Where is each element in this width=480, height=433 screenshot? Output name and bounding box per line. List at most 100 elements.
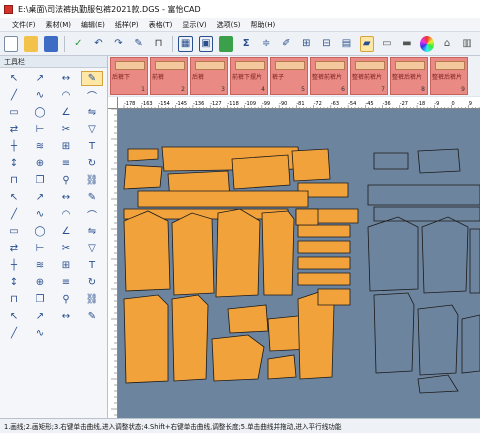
shape-j-icon[interactable]: ◯ (29, 224, 51, 239)
wand-icon[interactable]: ✓ (71, 36, 85, 52)
pattern-piece[interactable] (127, 148, 159, 162)
piece-thumbnail[interactable]: 整裤前裤片 6 (310, 57, 348, 95)
shape-b-icon[interactable]: ↗ (29, 190, 51, 205)
piece-thumbnail[interactable]: 后裤下 1 (110, 57, 148, 95)
shape-s-icon[interactable]: ⊞ (55, 258, 77, 273)
rotate-icon[interactable]: ↻ (81, 156, 103, 171)
knit-icon[interactable]: ▭ (380, 36, 394, 52)
shape-r-icon[interactable]: ≋ (29, 258, 51, 273)
pattern-piece[interactable] (215, 208, 261, 298)
save-icon[interactable] (44, 35, 59, 52)
drawing-canvas[interactable] (118, 109, 480, 418)
menu-edit[interactable]: 编辑(E) (81, 20, 105, 30)
table-icon[interactable]: ⊞ (299, 36, 313, 52)
ruler-icon[interactable]: ⊓ (152, 36, 166, 52)
menu-table[interactable]: 表格(T) (149, 20, 173, 30)
shape-f-icon[interactable]: ∿ (29, 207, 51, 222)
pencil-icon[interactable]: ✎ (131, 36, 145, 52)
shape-z-icon[interactable]: ❐ (29, 292, 51, 307)
pattern-piece[interactable] (295, 208, 319, 226)
tool-d-icon[interactable]: ↗ (29, 309, 51, 324)
shape-c-icon[interactable]: ↔ (55, 190, 77, 205)
piece-thumbnail[interactable]: 整裤后裤片 8 (390, 57, 428, 95)
pattern-piece[interactable] (211, 334, 265, 382)
pattern-piece[interactable] (261, 210, 295, 296)
shape-w-icon[interactable]: ≡ (55, 275, 77, 290)
copy-icon[interactable]: ❐ (29, 173, 51, 188)
color-wheel-icon[interactable] (419, 35, 434, 52)
menu-options[interactable]: 选项(S) (217, 20, 241, 30)
new-file-icon[interactable] (4, 35, 19, 52)
piece-thumbnail[interactable]: 前裤下摆片 4 (230, 57, 268, 95)
piece-thumbnail[interactable]: 前裤 2 (150, 57, 188, 95)
shape-q-icon[interactable]: ┼ (3, 258, 25, 273)
pattern-piece[interactable] (297, 256, 351, 270)
pattern-piece[interactable] (171, 212, 215, 296)
shape-y-icon[interactable]: ⊓ (3, 292, 25, 307)
measure-icon[interactable]: ≑ (259, 36, 273, 52)
grid-icon[interactable]: ▦ (178, 35, 193, 52)
print-icon[interactable]: ▬ (400, 36, 414, 52)
measure-icon[interactable]: ⊢ (29, 122, 51, 137)
shape-o-icon[interactable]: ✂ (55, 241, 77, 256)
text-icon[interactable]: T (81, 139, 103, 154)
pattern-piece[interactable] (291, 148, 331, 182)
menu-help[interactable]: 帮助(H) (251, 20, 276, 30)
brush-icon[interactable]: ✐ (279, 36, 293, 52)
adjust-icon[interactable]: ↗ (29, 71, 51, 86)
undo-icon[interactable]: ↶ (91, 36, 105, 52)
symmetry-icon[interactable]: ⇋ (81, 105, 103, 120)
menu-material[interactable]: 素材(M) (46, 20, 72, 30)
shape-e-icon[interactable]: ╱ (3, 207, 25, 222)
pattern-piece[interactable] (227, 304, 269, 334)
rect-icon[interactable]: ▭ (3, 105, 25, 120)
shape-x-icon[interactable]: ↻ (81, 275, 103, 290)
shape-m-icon[interactable]: ⇄ (3, 241, 25, 256)
shape-n-icon[interactable]: ⊢ (29, 241, 51, 256)
pattern-piece[interactable] (317, 288, 351, 306)
pattern-piece[interactable] (297, 240, 351, 254)
piece-thumbnail[interactable]: 整裤后裤片 9 (430, 57, 468, 95)
scale-icon[interactable]: ⊟ (319, 36, 333, 52)
zoom-icon[interactable]: ⚲ (55, 173, 77, 188)
pattern-piece[interactable] (267, 354, 297, 380)
tool-f-icon[interactable]: ✎ (81, 309, 103, 324)
shape-a-icon[interactable]: ↖ (3, 190, 25, 205)
notch-icon[interactable]: ┼ (3, 139, 25, 154)
open-folder-icon[interactable] (24, 35, 39, 52)
shape-d-icon[interactable]: ✎ (81, 190, 103, 205)
sum-icon[interactable]: Σ (239, 36, 253, 52)
line-icon[interactable]: ╱ (3, 88, 25, 103)
pattern-piece[interactable] (171, 294, 209, 382)
redo-icon[interactable]: ↷ (111, 36, 125, 52)
marker-icon[interactable]: ▤ (339, 36, 353, 52)
piece-icon[interactable] (219, 35, 234, 52)
shape-g-icon[interactable]: ◠ (55, 207, 77, 222)
mirror-icon[interactable]: ⇄ (3, 122, 25, 137)
tool-h-icon[interactable]: ∿ (29, 326, 51, 341)
press-icon[interactable]: ▰ (359, 35, 374, 52)
shape-k-icon[interactable]: ∠ (55, 224, 77, 239)
pleat-icon[interactable]: ≡ (55, 156, 77, 171)
seam-icon[interactable]: ≋ (29, 139, 51, 154)
curve-icon[interactable]: ∿ (29, 88, 51, 103)
angle-icon[interactable]: ∠ (55, 105, 77, 120)
menu-pattern[interactable]: 纸样(P) (115, 20, 139, 30)
pattern-piece[interactable] (297, 224, 351, 238)
pattern-piece[interactable] (231, 154, 291, 190)
tool-a-icon[interactable]: ⚲ (55, 292, 77, 307)
scissors-icon[interactable]: ✂ (55, 122, 77, 137)
shape-v-icon[interactable]: ⊕ (29, 275, 51, 290)
select-icon[interactable]: ↖ (3, 71, 25, 86)
tool-e-icon[interactable]: ↔ (55, 309, 77, 324)
tool-g-icon[interactable]: ╱ (3, 326, 25, 341)
align-icon[interactable]: ⊞ (55, 139, 77, 154)
shape-i-icon[interactable]: ▭ (3, 224, 25, 239)
pattern-piece[interactable] (137, 190, 309, 208)
shape-l-icon[interactable]: ⇋ (81, 224, 103, 239)
dart-icon[interactable]: ▽ (81, 122, 103, 137)
tool-b-icon[interactable]: ⛓ (81, 292, 103, 307)
tool-c-icon[interactable]: ↖ (3, 309, 25, 324)
shape-h-icon[interactable]: ⌒ (81, 207, 103, 222)
menu-file[interactable]: 文件(F) (12, 20, 36, 30)
